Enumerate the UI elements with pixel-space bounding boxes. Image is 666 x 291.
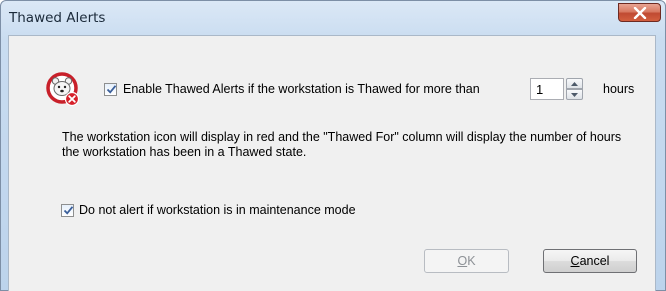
ok-label-rest: K [467,254,476,268]
hours-spin-down-button[interactable] [566,89,583,100]
window-title: Thawed Alerts [9,10,106,26]
hours-spin-up-button[interactable] [566,78,583,89]
chevron-down-icon [571,92,578,97]
hours-input[interactable]: 1 [530,78,564,100]
cancel-mnemonic: C [570,254,580,268]
enable-thawed-alerts-label[interactable]: Enable Thawed Alerts if the workstation … [123,82,480,96]
hours-unit-label: hours [603,82,635,96]
enable-thawed-alerts-checkbox[interactable] [104,83,117,96]
description-text: The workstation icon will display in red… [62,130,622,159]
title-bar[interactable]: Thawed Alerts [1,1,665,37]
maintenance-mode-checkbox[interactable] [61,204,74,217]
cancel-label-rest: ancel [579,254,610,268]
ok-button[interactable]: OK [424,249,509,273]
close-x-icon [633,6,646,19]
checkmark-icon [106,85,117,94]
checkmark-icon [63,206,74,215]
close-button[interactable] [618,3,661,22]
maintenance-mode-label[interactable]: Do not alert if workstation is in mainte… [79,203,356,217]
ok-mnemonic: O [457,254,468,268]
hours-value: 1 [536,82,544,97]
chevron-up-icon [571,81,578,86]
thawed-alert-bear-icon [46,72,80,107]
cancel-button[interactable]: Cancel [543,249,637,273]
